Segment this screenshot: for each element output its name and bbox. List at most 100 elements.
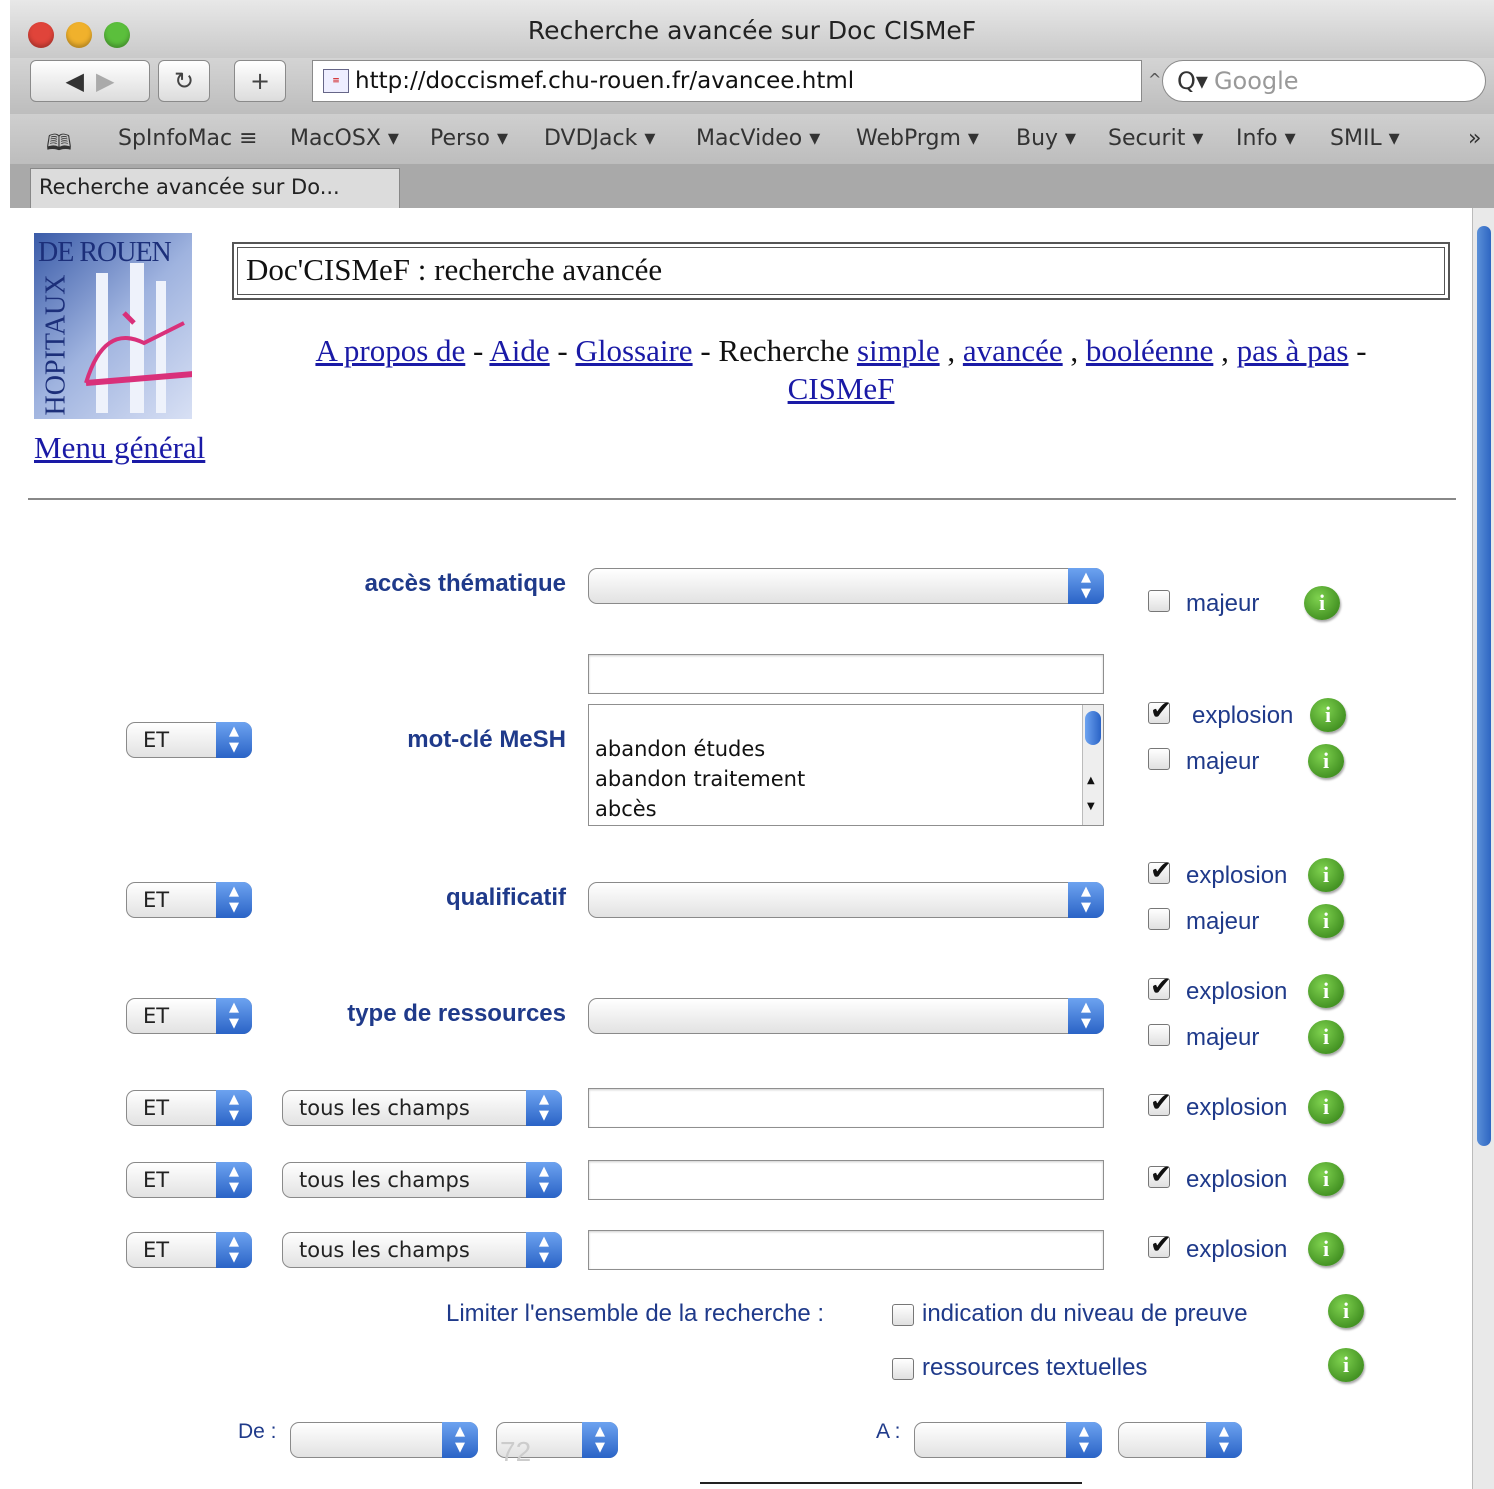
free-row-explosion-checkbox[interactable] — [1148, 1087, 1172, 1118]
thematic-majeur-checkbox[interactable] — [1148, 590, 1170, 612]
about-link[interactable]: A propos de — [315, 333, 465, 368]
info-icon[interactable]: i — [1308, 974, 1344, 1008]
info-icon[interactable]: i — [1308, 1020, 1344, 1054]
forward-arrow-icon[interactable]: ▶ — [96, 67, 114, 95]
bookmark-item[interactable]: WebPrgm ▾ — [856, 126, 979, 151]
bookmark-item[interactable]: MacVideo ▾ — [696, 126, 820, 151]
search-field[interactable]: Q▾ Google — [1162, 60, 1486, 102]
mesh-explosion-checkbox[interactable] — [1148, 695, 1172, 726]
select-arrows-icon: ▲ ▼ — [526, 1090, 562, 1126]
glossary-link[interactable]: Glossaire — [575, 333, 692, 368]
free-row-field-select[interactable]: tous les champs ▲ ▼ — [282, 1232, 562, 1268]
resource-type-operator-select[interactable]: ET ▲ ▼ — [126, 998, 252, 1034]
thematic-access-select[interactable]: ▲ ▼ — [588, 568, 1104, 604]
qualifier-label: qualificatif — [445, 884, 566, 911]
page-heading-box: Doc'CISMeF : recherche avancée — [232, 242, 1450, 300]
thematic-majeur-label: majeur — [1186, 590, 1260, 617]
free-row-field-select[interactable]: tous les champs ▲ ▼ — [282, 1162, 562, 1198]
info-icon[interactable]: i — [1308, 904, 1344, 938]
boolean-search-link[interactable]: booléenne — [1086, 333, 1213, 368]
select-arrows-icon: ▲ ▼ — [1068, 882, 1104, 918]
free-row-text-input[interactable] — [588, 1160, 1104, 1200]
mesh-keyword-label: mot-clé MeSH — [407, 726, 566, 753]
scroll-down-icon[interactable]: ▼ — [1087, 801, 1095, 812]
bookmark-item[interactable]: MacOSX ▾ — [290, 126, 399, 151]
resource-type-majeur-checkbox[interactable] — [1148, 1024, 1170, 1046]
free-row-explosion-label: explosion — [1186, 1236, 1288, 1263]
info-icon[interactable]: i — [1308, 858, 1344, 892]
back-arrow-icon[interactable]: ◀ — [66, 67, 84, 95]
bookmarks-bar: 🕮 SpInfoMac ≡ MacOSX ▾ Perso ▾ DVDJack ▾… — [10, 114, 1494, 165]
help-link[interactable]: Aide — [489, 333, 549, 368]
add-bookmark-button[interactable]: + — [234, 60, 286, 102]
simple-search-link[interactable]: simple — [857, 333, 940, 368]
info-icon[interactable]: i — [1308, 1162, 1344, 1196]
info-icon[interactable]: i — [1328, 1348, 1364, 1382]
mesh-keyword-input[interactable] — [588, 654, 1104, 694]
hospital-logo[interactable]: DE ROUEN HOPITAUX — [34, 233, 192, 419]
scroll-up-icon[interactable]: ▲ — [1087, 775, 1095, 786]
qualifier-operator-select[interactable]: ET ▲ ▼ — [126, 882, 252, 918]
list-item[interactable]: abcès — [595, 797, 657, 821]
list-item[interactable]: abandon traitement — [595, 767, 805, 791]
nav-separator: - — [465, 333, 490, 368]
logo-graphic — [84, 263, 192, 413]
info-icon[interactable]: i — [1304, 586, 1340, 620]
mesh-operator-select[interactable]: ET ▲ ▼ — [126, 722, 252, 758]
qualifier-select[interactable]: ▲ ▼ — [588, 882, 1104, 918]
list-item[interactable]: abandon études — [595, 737, 765, 761]
bookmark-item[interactable]: Buy ▾ — [1016, 126, 1076, 151]
date-from-label: De : — [238, 1420, 277, 1443]
bookmark-item[interactable]: Securit ▾ — [1108, 126, 1203, 151]
menu-general-link[interactable]: Menu général — [34, 430, 205, 466]
free-row-explosion-checkbox[interactable] — [1148, 1229, 1172, 1260]
date-to-select[interactable]: ▲ ▼ — [914, 1422, 1102, 1458]
nav-separator: - — [549, 333, 576, 368]
info-icon[interactable]: i — [1310, 698, 1346, 732]
page-scroll-thumb[interactable] — [1477, 226, 1491, 1146]
page-scrollbar[interactable] — [1472, 208, 1494, 1489]
mesh-keyword-list[interactable]: abandon études abandon traitement abcès … — [588, 704, 1104, 826]
footer-rule — [700, 1482, 1082, 1484]
cismef-link[interactable]: CISMeF — [788, 371, 895, 406]
bookmark-item[interactable]: SMIL ▾ — [1330, 126, 1400, 151]
date-from-select[interactable]: ▲ ▼ — [290, 1422, 478, 1458]
bookmarks-overflow-icon[interactable]: » — [1468, 126, 1481, 151]
list-scrollbar[interactable]: ▲ ▼ — [1082, 705, 1103, 825]
info-icon[interactable]: i — [1308, 1090, 1344, 1124]
url-dropdown-icon[interactable]: ^ — [1148, 70, 1161, 89]
free-row-field-select[interactable]: tous les champs ▲ ▼ — [282, 1090, 562, 1126]
free-row-explosion-checkbox[interactable] — [1148, 1159, 1172, 1190]
date-to-select-2[interactable]: ▲ ▼ — [1118, 1422, 1242, 1458]
page-number: 72 — [500, 1436, 532, 1467]
bookmark-item[interactable]: Info ▾ — [1236, 126, 1296, 151]
list-scroll-thumb[interactable] — [1085, 711, 1101, 745]
nav-separator: - — [1348, 333, 1367, 368]
free-row-operator-select[interactable]: ET ▲ ▼ — [126, 1090, 252, 1126]
stepwise-search-link[interactable]: pas à pas — [1237, 333, 1349, 368]
mesh-majeur-checkbox[interactable] — [1148, 748, 1170, 770]
bookmarks-book-icon[interactable]: 🕮 — [46, 126, 72, 164]
advanced-search-link[interactable]: avancée — [963, 333, 1063, 368]
free-row-text-input[interactable] — [588, 1230, 1104, 1270]
bookmark-item[interactable]: Perso ▾ — [430, 126, 508, 151]
free-row-operator-select[interactable]: ET ▲ ▼ — [126, 1232, 252, 1268]
info-icon[interactable]: i — [1308, 744, 1344, 778]
free-row-operator-select[interactable]: ET ▲ ▼ — [126, 1162, 252, 1198]
info-icon[interactable]: i — [1328, 1294, 1364, 1328]
evidence-level-checkbox[interactable] — [892, 1304, 914, 1326]
address-field[interactable]: ≡ http://doccismef.chu-rouen.fr/avancee.… — [312, 60, 1142, 102]
resource-type-explosion-checkbox[interactable] — [1148, 971, 1172, 1002]
tab-current[interactable]: Recherche avancée sur Do... — [30, 168, 400, 208]
qualifier-explosion-checkbox[interactable] — [1148, 855, 1172, 886]
qualifier-majeur-checkbox[interactable] — [1148, 908, 1170, 930]
resource-type-explosion-label: explosion — [1186, 978, 1288, 1005]
free-row-text-input[interactable] — [588, 1088, 1104, 1128]
bookmark-item[interactable]: DVDJack ▾ — [544, 126, 655, 151]
resource-type-select[interactable]: ▲ ▼ — [588, 998, 1104, 1034]
free-row-explosion-label: explosion — [1186, 1094, 1288, 1121]
info-icon[interactable]: i — [1308, 1232, 1344, 1266]
reload-button[interactable]: ↻ — [158, 60, 210, 102]
bookmark-item[interactable]: SpInfoMac ≡ — [118, 126, 258, 151]
text-resources-checkbox[interactable] — [892, 1358, 914, 1380]
